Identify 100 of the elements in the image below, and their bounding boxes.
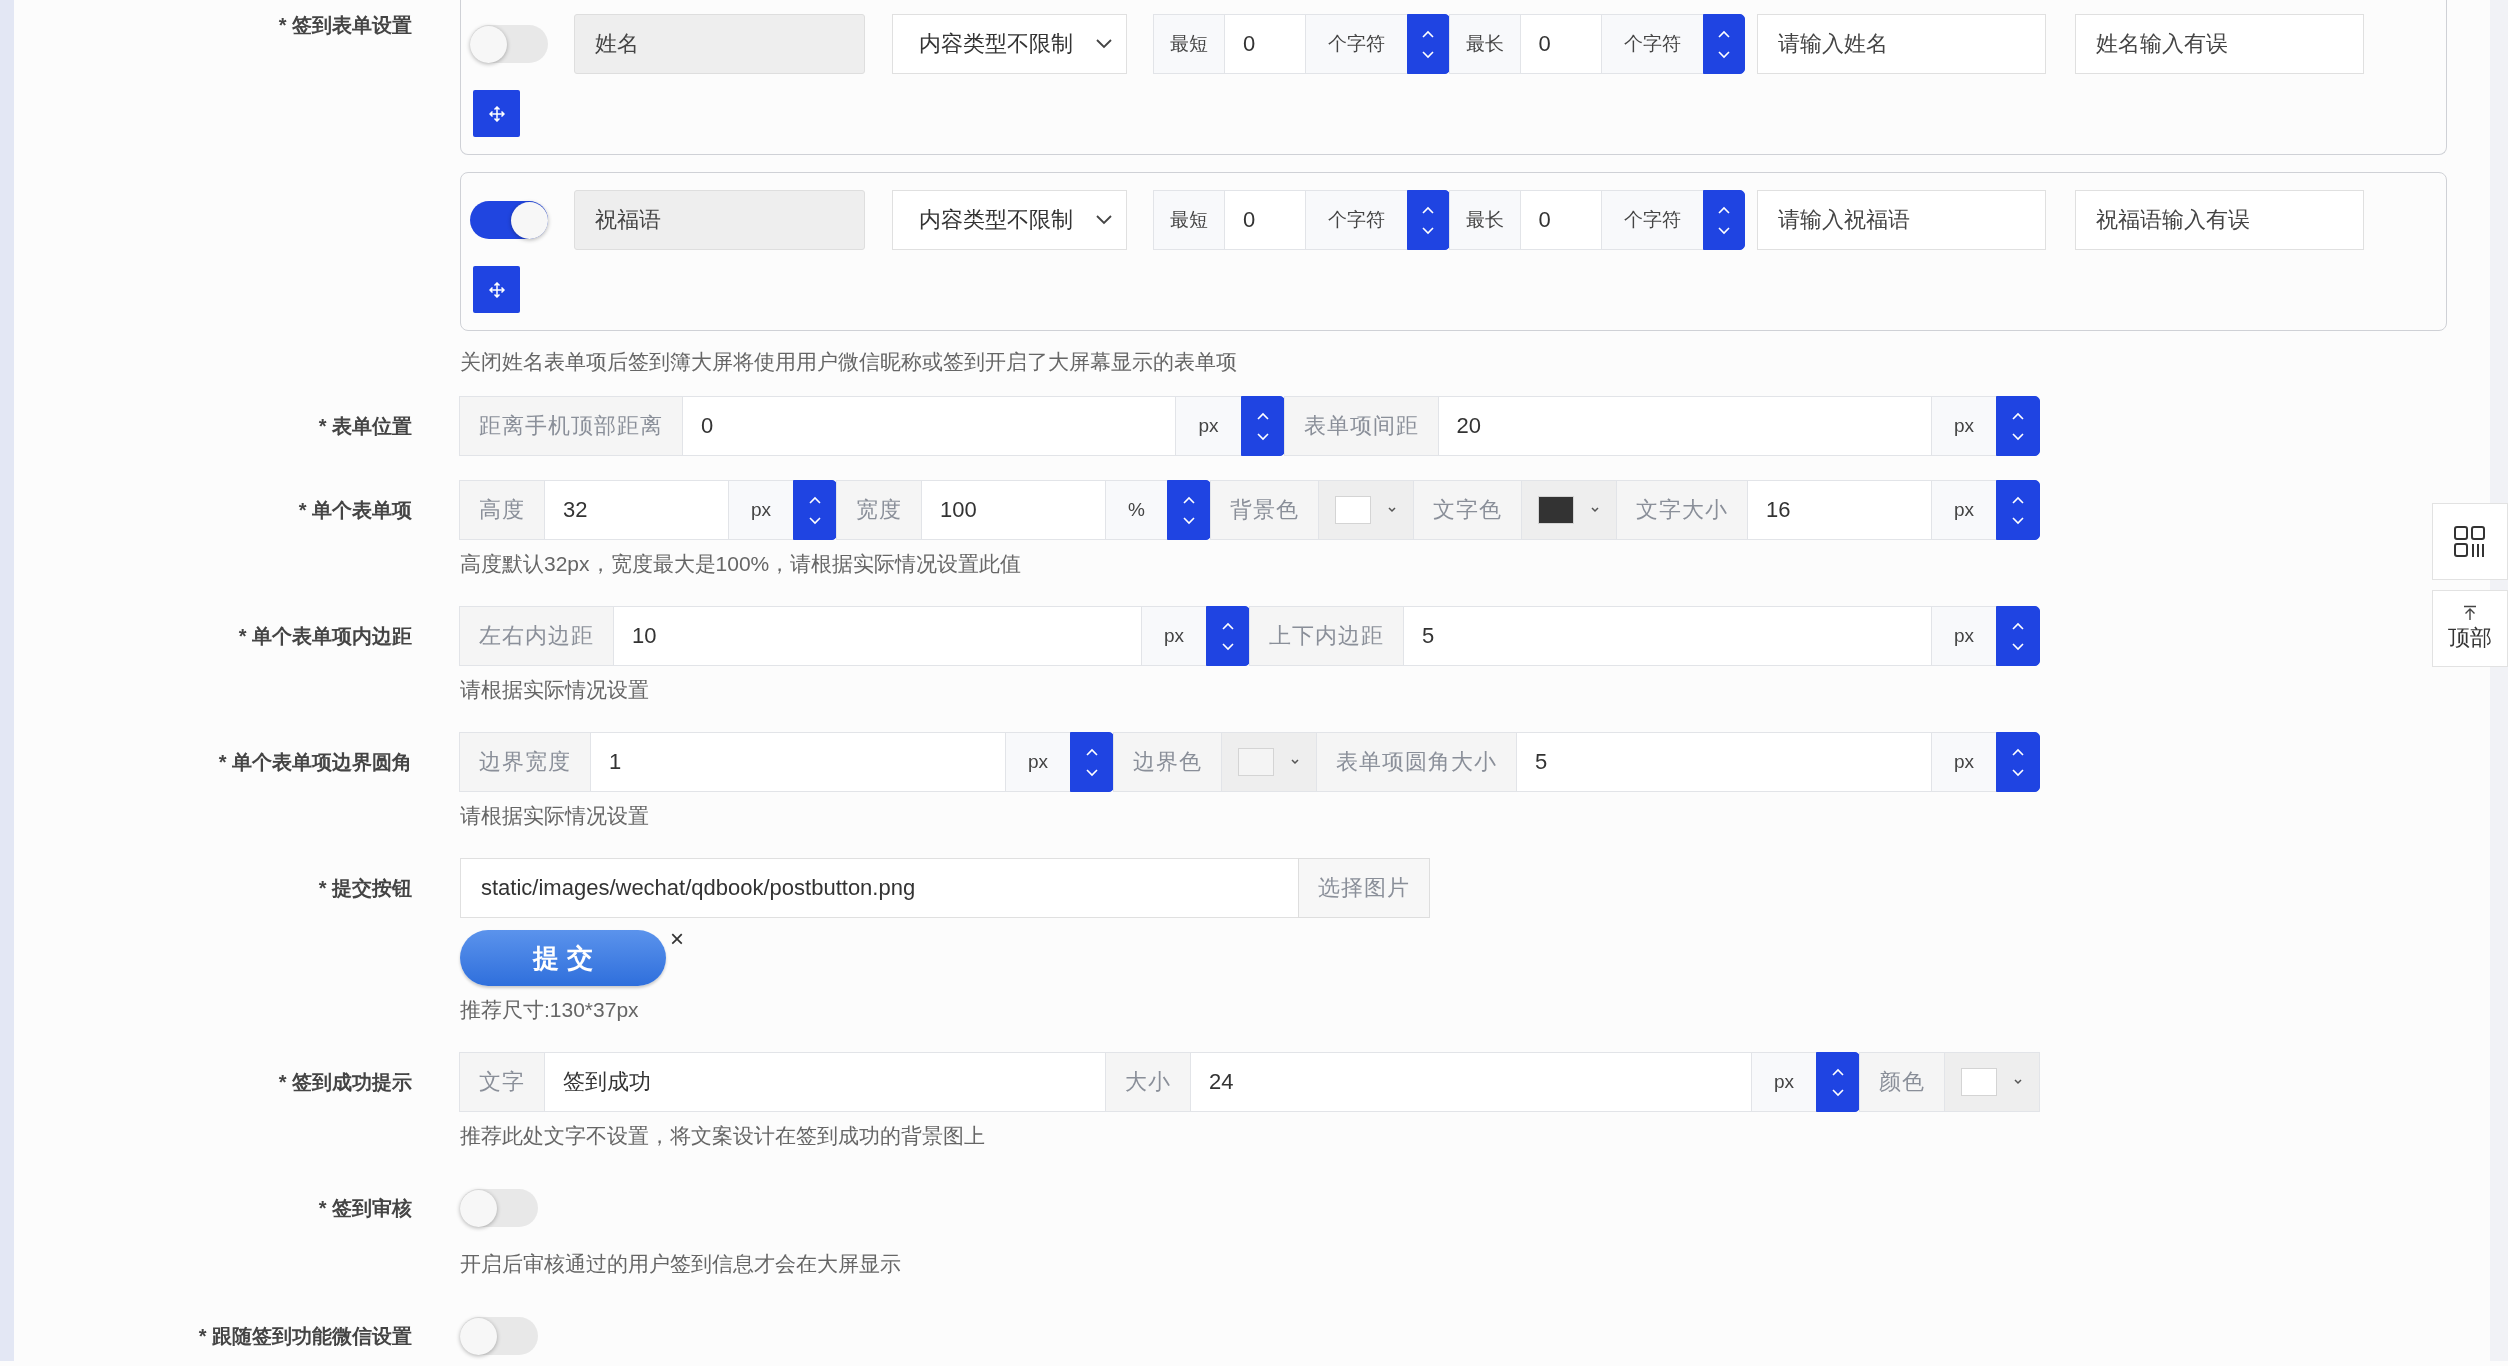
input-field[interactable]: 10 — [613, 606, 1142, 666]
chevron-up-icon — [1831, 1067, 1845, 1076]
unit-label: px — [1930, 732, 1997, 792]
hint-text: 高度默认32px，宽度最大是100%，请根据实际情况设置此值 — [460, 551, 1022, 577]
chevron-down-icon — [1096, 39, 1112, 49]
number-stepper[interactable] — [1996, 396, 2040, 456]
chevron-down-icon — [1716, 226, 1731, 235]
hint-text: 推荐此处文字不设置，将文案设计在签到成功的背景图上 — [460, 1123, 985, 1149]
chevron-down-icon — [1221, 642, 1235, 651]
arrow-up-icon — [2462, 604, 2478, 621]
field-label: * 单个表单项 — [297, 498, 412, 523]
chevron-down-icon — [1421, 226, 1436, 235]
error-message-input[interactable]: 祝福语输入有误 — [2075, 190, 2364, 250]
number-stepper[interactable] — [1166, 480, 1211, 540]
input-field[interactable]: 5 — [1516, 732, 1932, 792]
input-field[interactable]: 20 — [1437, 396, 1932, 456]
toggle-switch[interactable] — [460, 1317, 538, 1355]
number-stepper[interactable] — [1407, 190, 1450, 250]
field-prefix-label: 最长 — [1448, 190, 1521, 250]
unit-label: px — [1004, 732, 1071, 792]
drag-handle-button[interactable] — [473, 90, 520, 137]
number-stepper[interactable] — [1702, 190, 1745, 250]
chevron-down-icon — [1421, 50, 1436, 59]
chevron-down-icon — [1181, 516, 1196, 525]
unit-label: 个字符 — [1600, 14, 1704, 74]
content-type-select[interactable]: 内容类型不限制 — [892, 14, 1127, 74]
file-path-input[interactable]: static/images/wechat/qdbook/postbutton.png — [460, 858, 1299, 918]
back-to-top-button[interactable]: 顶部 — [2432, 590, 2508, 667]
input-field[interactable]: 32 — [544, 480, 729, 540]
input-field[interactable]: 1 — [590, 732, 1006, 792]
color-picker[interactable] — [1944, 1052, 2040, 1112]
chevron-up-icon — [1221, 621, 1235, 630]
number-stepper[interactable] — [1407, 14, 1450, 74]
number-stepper[interactable] — [1996, 480, 2040, 540]
hint-text: 推荐尺寸:130*37px — [460, 997, 639, 1023]
color-picker[interactable] — [1520, 480, 1617, 540]
caret-down-icon — [1290, 759, 1300, 765]
input-field[interactable]: 0 — [1224, 14, 1306, 74]
hint-text: 请根据实际情况设置 — [460, 803, 649, 829]
chevron-up-icon — [1255, 411, 1270, 420]
content-type-select[interactable]: 内容类型不限制 — [892, 190, 1127, 250]
grid-menu-button[interactable] — [2432, 503, 2508, 580]
field-prefix-label: 边界宽度 — [459, 732, 591, 792]
prompt-text-input[interactable]: 请输入祝福语 — [1757, 190, 2046, 250]
number-stepper[interactable] — [793, 480, 838, 540]
toggle-switch[interactable] — [470, 201, 548, 239]
field-label: * 单个表单项边界圆角 — [217, 750, 412, 775]
field-prefix-label: 上下内边距 — [1249, 606, 1404, 666]
input-field[interactable]: 100 — [921, 480, 1107, 540]
chevron-up-icon — [1421, 29, 1436, 38]
unit-label: px — [1930, 606, 1997, 666]
field-prefix-label: 高度 — [459, 480, 545, 540]
input-field[interactable]: 24 — [1189, 1052, 1752, 1112]
field-label: * 提交按钮 — [317, 876, 412, 901]
number-stepper[interactable] — [1816, 1052, 1860, 1112]
field-prefix-label: 颜色 — [1859, 1052, 1945, 1112]
number-stepper[interactable] — [1240, 396, 1285, 456]
chevron-up-icon — [2011, 621, 2025, 630]
field-prefix-label: 最短 — [1153, 14, 1225, 74]
number-stepper[interactable] — [1070, 732, 1114, 792]
chevron-down-icon — [1831, 1088, 1845, 1097]
color-picker[interactable] — [1221, 732, 1317, 792]
error-message-input[interactable]: 姓名输入有误 — [2075, 14, 2364, 74]
field-prefix-label: 背景色 — [1209, 480, 1319, 540]
input-field[interactable]: 0 — [682, 396, 1177, 456]
number-stepper[interactable] — [1702, 14, 1745, 74]
chevron-up-icon — [808, 495, 823, 504]
chevron-up-icon — [1716, 29, 1731, 38]
input-field[interactable]: 0 — [1519, 190, 1602, 250]
field-prefix-label: 表单项间距 — [1283, 396, 1439, 456]
field-prefix-label: 宽度 — [836, 480, 923, 540]
chevron-down-icon — [1085, 768, 1099, 777]
field-label: * 签到表单设置 — [277, 13, 412, 38]
number-stepper[interactable] — [1996, 732, 2040, 792]
hint-text: 开启后审核通过的用户签到信息才会在大屏显示 — [460, 1251, 901, 1277]
caret-down-icon — [2013, 1079, 2023, 1085]
number-stepper[interactable] — [1206, 606, 1250, 666]
number-stepper[interactable] — [1996, 606, 2040, 666]
chevron-up-icon — [2011, 747, 2025, 756]
field-label: * 签到审核 — [317, 1196, 412, 1221]
drag-handle-button[interactable] — [473, 266, 520, 313]
caret-down-icon — [1589, 507, 1600, 513]
field-name-input[interactable]: 祝福语 — [574, 190, 865, 250]
toggle-switch[interactable] — [460, 1189, 538, 1227]
input-field[interactable]: 0 — [1224, 190, 1306, 250]
input-field[interactable]: 0 — [1519, 14, 1602, 74]
remove-button[interactable]: × — [670, 930, 684, 948]
prompt-text-input[interactable]: 请输入姓名 — [1757, 14, 2046, 74]
input-field[interactable]: 签到成功 — [544, 1052, 1106, 1112]
color-picker[interactable] — [1317, 480, 1414, 540]
chevron-up-icon — [1421, 205, 1436, 214]
input-field[interactable]: 16 — [1746, 480, 1932, 540]
chevron-up-icon — [2011, 495, 2025, 504]
toggle-switch[interactable] — [470, 25, 548, 63]
field-label: * 表单位置 — [317, 414, 412, 439]
field-name-input[interactable]: 姓名 — [574, 14, 865, 74]
field-prefix-label: 左右内边距 — [459, 606, 614, 666]
input-field[interactable]: 5 — [1403, 606, 1932, 666]
chevron-down-icon — [2011, 516, 2025, 525]
chevron-down-icon — [1096, 215, 1112, 225]
